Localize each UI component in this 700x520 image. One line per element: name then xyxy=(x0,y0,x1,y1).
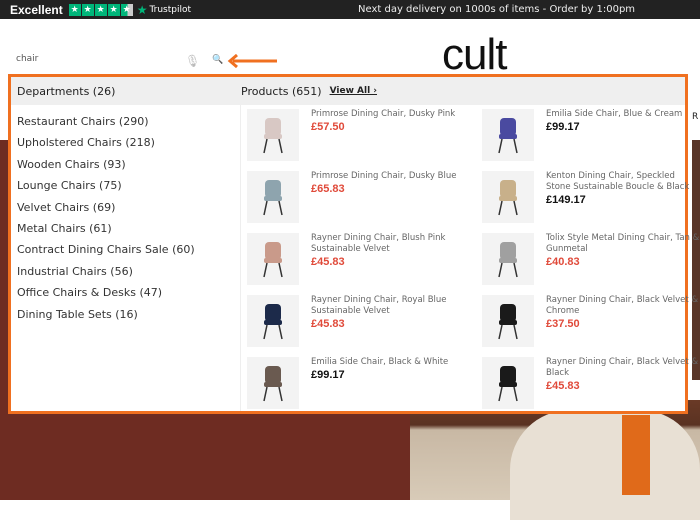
search-input[interactable]: chair xyxy=(16,54,38,64)
chair-icon xyxy=(498,118,518,154)
star-icon: ★ xyxy=(68,3,81,16)
product-name[interactable]: Rayner Dining Chair, Black Velvet & Blac… xyxy=(546,357,700,379)
product-image[interactable] xyxy=(482,109,534,161)
product-item[interactable]: Rayner Dining Chair, Black Velvet & Blac… xyxy=(482,357,700,419)
top-bar: Excellent ★ ★ ★ ★ ★ ★ Trustpilot Next day del… xyxy=(0,0,700,19)
product-name[interactable]: Emilia Side Chair, Blue & Cream xyxy=(546,109,700,120)
department-item[interactable]: Lounge Chairs (75) xyxy=(17,175,240,196)
half-star-icon: ★ xyxy=(120,3,133,16)
department-item[interactable]: Industrial Chairs (56) xyxy=(17,261,240,282)
product-item[interactable]: Rayner Dining Chair, Royal Blue Sustaina… xyxy=(247,295,472,357)
product-item[interactable]: Emilia Side Chair, Black & White £99.17 xyxy=(247,357,472,419)
star-icon: ★ xyxy=(107,3,120,16)
product-price: £45.83 xyxy=(546,380,580,392)
product-price: £57.50 xyxy=(311,121,345,133)
chair-icon xyxy=(498,180,518,216)
departments-title: Departments (26) xyxy=(17,84,116,98)
product-image[interactable] xyxy=(247,109,299,161)
product-image[interactable] xyxy=(247,357,299,409)
product-image[interactable] xyxy=(247,171,299,223)
trustpilot-logo[interactable]: ★ Trustpilot xyxy=(137,3,191,17)
product-price: £99.17 xyxy=(311,369,345,381)
product-item[interactable]: Primrose Dining Chair, Dusky Blue £65.83 xyxy=(247,171,472,233)
microphone-icon[interactable]: 🎙 xyxy=(185,54,200,68)
department-item[interactable]: Upholstered Chairs (218) xyxy=(17,132,240,153)
chair-icon xyxy=(263,304,283,340)
chair-icon xyxy=(263,118,283,154)
product-item[interactable]: Primrose Dining Chair, Dusky Pink £57.50 xyxy=(247,109,472,171)
trustpilot-star-icon: ★ xyxy=(136,2,148,17)
department-item[interactable]: Office Chairs & Desks (47) xyxy=(17,282,240,303)
product-name[interactable]: Tolix Style Metal Dining Chair, Tan & Gu… xyxy=(546,233,700,255)
product-item[interactable]: Rayner Dining Chair, Blush Pink Sustaina… xyxy=(247,233,472,295)
department-item[interactable]: Metal Chairs (61) xyxy=(17,218,240,239)
product-price: £45.83 xyxy=(311,318,345,330)
chair-icon xyxy=(263,180,283,216)
hero-photo-figure xyxy=(622,415,650,495)
product-name[interactable]: Primrose Dining Chair, Dusky Blue xyxy=(311,171,471,182)
chair-icon xyxy=(498,366,518,402)
product-name[interactable]: Rayner Dining Chair, Blush Pink Sustaina… xyxy=(311,233,471,255)
product-name[interactable]: Rayner Dining Chair, Black Velvet & Chro… xyxy=(546,295,700,317)
hero-photo-pouf xyxy=(510,410,700,520)
trustpilot-stars[interactable]: ★ ★ ★ ★ ★ xyxy=(68,3,133,16)
department-item[interactable]: Restaurant Chairs (290) xyxy=(17,111,240,132)
department-item[interactable]: Dining Table Sets (16) xyxy=(17,304,240,325)
product-price: £45.83 xyxy=(311,256,345,268)
cult-logo[interactable]: cult xyxy=(442,30,507,80)
products-column-right: Emilia Side Chair, Blue & Cream £99.17 Ken… xyxy=(482,109,700,419)
department-item[interactable]: Velvet Chairs (69) xyxy=(17,197,240,218)
products-title: Products (651) xyxy=(241,84,322,98)
product-item[interactable]: Tolix Style Metal Dining Chair, Tan & Gu… xyxy=(482,233,700,295)
product-name[interactable]: Kenton Dining Chair, Speckled Stone Sust… xyxy=(546,171,700,193)
products-column-left: Primrose Dining Chair, Dusky Pink £57.50 P… xyxy=(247,109,472,419)
product-image[interactable] xyxy=(482,233,534,285)
rating-label: Excellent xyxy=(10,2,63,17)
search-suggestions-dropdown: Departments (26) Products (651) View All… xyxy=(8,74,699,414)
chair-icon xyxy=(498,304,518,340)
product-image[interactable] xyxy=(247,295,299,347)
product-item[interactable]: Emilia Side Chair, Blue & Cream £99.17 xyxy=(482,109,700,171)
chair-icon xyxy=(263,366,283,402)
product-name[interactable]: Primrose Dining Chair, Dusky Pink xyxy=(311,109,471,120)
department-item[interactable]: Wooden Chairs (93) xyxy=(17,154,240,175)
product-price: £149.17 xyxy=(546,194,586,206)
star-icon: ★ xyxy=(94,3,107,16)
trustpilot-text: Trustpilot xyxy=(149,4,192,15)
view-all-link[interactable]: View All › xyxy=(330,86,377,96)
product-image[interactable] xyxy=(482,357,534,409)
product-image[interactable] xyxy=(482,171,534,223)
chair-icon xyxy=(498,242,518,278)
delivery-message: Next day delivery on 1000s of items - Or… xyxy=(358,4,636,15)
star-icon: ★ xyxy=(81,3,94,16)
product-name[interactable]: Rayner Dining Chair, Royal Blue Sustaina… xyxy=(311,295,471,317)
product-item[interactable]: Kenton Dining Chair, Speckled Stone Sust… xyxy=(482,171,700,233)
search-icon[interactable]: 🔍 xyxy=(212,55,223,65)
departments-list: Restaurant Chairs (290) Upholstered Chair… xyxy=(11,105,241,411)
product-image[interactable] xyxy=(247,233,299,285)
annotation-arrow-icon xyxy=(227,54,277,68)
department-item[interactable]: Contract Dining Chairs Sale (60) xyxy=(17,239,240,260)
product-image[interactable] xyxy=(482,295,534,347)
product-item[interactable]: Rayner Dining Chair, Black Velvet & Chro… xyxy=(482,295,700,357)
product-name[interactable]: Emilia Side Chair, Black & White xyxy=(311,357,471,368)
product-price: £37.50 xyxy=(546,318,580,330)
product-price: £65.83 xyxy=(311,183,345,195)
chair-icon xyxy=(263,242,283,278)
product-price: £40.83 xyxy=(546,256,580,268)
product-price: £99.17 xyxy=(546,121,580,133)
